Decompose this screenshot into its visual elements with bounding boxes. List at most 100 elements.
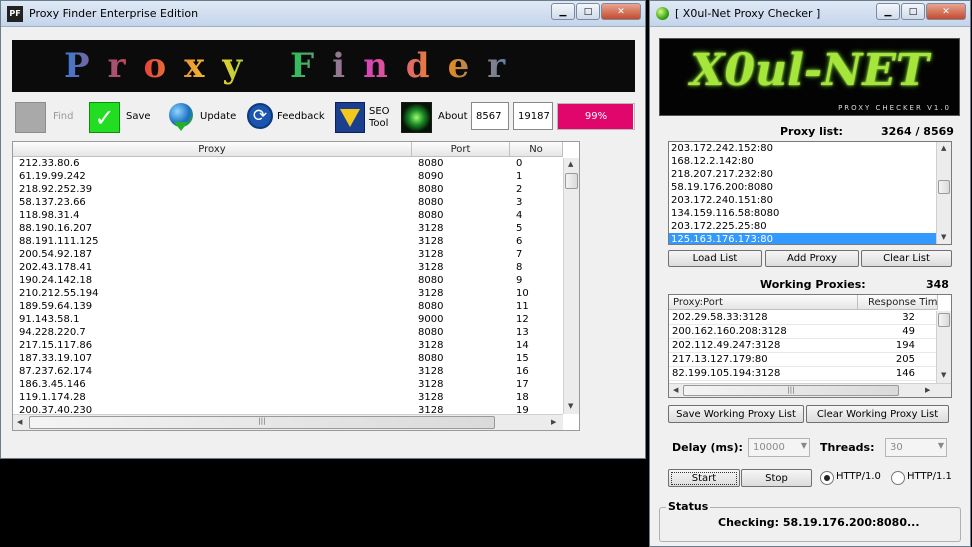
list-item[interactable]: 134.159.116.58:8080 bbox=[669, 207, 937, 220]
proxy-grid-vscroll[interactable]: ▲ ▼ bbox=[563, 158, 579, 414]
list-item[interactable]: 203.172.242.152:80 bbox=[669, 142, 937, 155]
working-col-response-time[interactable]: Response Tim bbox=[858, 295, 938, 310]
close-icon[interactable]: ✕ bbox=[601, 3, 641, 20]
list-item[interactable]: 58.19.176.200:8080 bbox=[669, 181, 937, 194]
list-scroll-down-icon[interactable]: ▼ bbox=[941, 233, 946, 241]
proxy-grid[interactable]: Proxy Port No 212.33.80.6 8080 0 61.19.99.2… bbox=[12, 141, 580, 431]
update-button[interactable]: Update bbox=[167, 102, 243, 134]
counter-b-field[interactable]: 19187 bbox=[513, 102, 553, 130]
list-item[interactable]: 203.172.240.151:80 bbox=[669, 194, 937, 207]
list-vscroll-thumb[interactable] bbox=[938, 180, 950, 194]
list-item[interactable]: 203.172.225.25:80 bbox=[669, 220, 937, 233]
list-scroll-up-icon[interactable]: ▲ bbox=[941, 144, 946, 152]
table-row[interactable]: 186.3.45.146 3128 17 bbox=[13, 379, 563, 392]
table-row[interactable]: 200.54.92.187 3128 7 bbox=[13, 249, 563, 262]
proxy-listbox-vscroll[interactable]: ▲ ▼ bbox=[936, 142, 951, 244]
proxy-checker-titlebar[interactable]: [ X0ul-Net Proxy Checker ] ▁ □ ✕ bbox=[650, 1, 970, 27]
table-row[interactable]: 187.33.19.107 8080 15 bbox=[13, 353, 563, 366]
table-row[interactable]: 94.228.220.7 8080 13 bbox=[13, 327, 563, 340]
working-hscroll-thumb[interactable]: ||| bbox=[683, 385, 899, 396]
table-row[interactable]: 218.92.252.39 8080 2 bbox=[13, 184, 563, 197]
no-cell: 15 bbox=[516, 353, 529, 364]
working-col-proxy-port[interactable]: Proxy:Port bbox=[669, 295, 858, 310]
http10-radio[interactable] bbox=[820, 471, 834, 485]
table-row[interactable]: 200.162.160.208:3128 49 bbox=[669, 325, 937, 339]
table-row[interactable]: 88.190.16.207 3128 5 bbox=[13, 223, 563, 236]
http11-radio[interactable] bbox=[891, 471, 905, 485]
table-row[interactable]: 210.212.55.194 3128 10 bbox=[13, 288, 563, 301]
clear-list-button[interactable]: Clear List bbox=[861, 250, 952, 267]
add-proxy-button[interactable]: Add Proxy bbox=[765, 250, 859, 267]
feedback-button[interactable]: ⟳ Feedback bbox=[246, 102, 332, 134]
col-header-no[interactable]: No bbox=[510, 142, 563, 157]
table-row[interactable]: 217.13.127.179:80 205 bbox=[669, 353, 937, 367]
seo-tool-button[interactable]: SEO Tool bbox=[335, 102, 397, 134]
table-row[interactable]: 189.59.64.139 8080 11 bbox=[13, 301, 563, 314]
table-row[interactable]: 82.199.105.194:3128 146 bbox=[669, 367, 937, 381]
seo-label-line1: SEO bbox=[369, 106, 390, 117]
port-cell: 3128 bbox=[418, 249, 444, 260]
status-label: Status bbox=[666, 500, 711, 513]
delay-select[interactable]: 10000 ▼ bbox=[748, 438, 810, 457]
http10-label[interactable]: HTTP/1.0 bbox=[836, 471, 881, 482]
table-row[interactable]: 61.19.99.242 8090 1 bbox=[13, 171, 563, 184]
working-grid[interactable]: Proxy:Port Response Tim 202.29.58.33:312… bbox=[668, 294, 952, 398]
save-working-list-button[interactable]: Save Working Proxy List bbox=[668, 405, 804, 423]
proxy-listbox[interactable]: 203.172.242.152:80 168.12.2.142:80 218.207… bbox=[668, 141, 952, 245]
find-button[interactable]: Find bbox=[15, 102, 87, 134]
proxy-grid-hscroll[interactable]: ◀ ||| ▶ bbox=[13, 414, 563, 430]
table-row[interactable]: 200.37.40.230 3128 19 bbox=[13, 405, 563, 414]
proxy-cell: 190.24.142.18 bbox=[19, 275, 93, 286]
scroll-down-icon[interactable]: ▼ bbox=[568, 402, 573, 410]
find-icon bbox=[15, 102, 46, 133]
http11-label[interactable]: HTTP/1.1 bbox=[907, 471, 952, 482]
checker-maximize-icon[interactable]: □ bbox=[901, 3, 925, 20]
col-header-proxy[interactable]: Proxy bbox=[13, 142, 412, 157]
table-row[interactable]: 118.98.31.4 8080 4 bbox=[13, 210, 563, 223]
seo-label-line2: Tool bbox=[369, 118, 389, 129]
checker-minimize-icon[interactable]: ▁ bbox=[876, 3, 900, 20]
table-row[interactable]: 202.43.178.41 3128 8 bbox=[13, 262, 563, 275]
table-row[interactable]: 91.143.58.1 9000 12 bbox=[13, 314, 563, 327]
threads-select[interactable]: 30 ▼ bbox=[885, 438, 947, 457]
stop-button[interactable]: Stop bbox=[741, 469, 812, 487]
vscroll-thumb[interactable] bbox=[565, 173, 578, 189]
col-header-port[interactable]: Port bbox=[412, 142, 510, 157]
scroll-up-icon[interactable]: ▲ bbox=[568, 160, 573, 168]
proxy-finder-titlebar[interactable]: PF Proxy Finder Enterprise Edition ▁ □ ✕ bbox=[1, 1, 645, 27]
table-row[interactable]: 87.237.62.174 3128 16 bbox=[13, 366, 563, 379]
proxy-cell: 87.237.62.174 bbox=[19, 366, 93, 377]
proxy-finder-client: Proxy Finder Find ✓ Save Update ⟳ Feedba… bbox=[7, 31, 639, 453]
working-scroll-left-icon[interactable]: ◀ bbox=[673, 386, 678, 394]
table-row[interactable]: 212.33.80.6 8080 0 bbox=[13, 158, 563, 171]
hscroll-thumb[interactable]: ||| bbox=[29, 416, 495, 429]
checker-close-icon[interactable]: ✕ bbox=[926, 3, 966, 20]
table-row[interactable]: 217.15.117.86 3128 14 bbox=[13, 340, 563, 353]
proxy-cell: 189.59.64.139 bbox=[19, 301, 93, 312]
scroll-right-icon[interactable]: ▶ bbox=[551, 418, 556, 426]
start-button[interactable]: Start bbox=[668, 469, 740, 487]
list-item[interactable]: 168.12.2.142:80 bbox=[669, 155, 937, 168]
save-button[interactable]: ✓ Save bbox=[89, 102, 161, 134]
list-item[interactable]: 218.207.217.232:80 bbox=[669, 168, 937, 181]
working-scroll-down-icon[interactable]: ▼ bbox=[941, 371, 946, 379]
counter-a-field[interactable]: 8567 bbox=[471, 102, 509, 130]
table-row[interactable]: 119.1.174.28 3128 18 bbox=[13, 392, 563, 405]
clear-working-list-button[interactable]: Clear Working Proxy List bbox=[806, 405, 949, 423]
minimize-icon[interactable]: ▁ bbox=[551, 3, 575, 20]
table-row[interactable]: 190.24.142.18 8080 9 bbox=[13, 275, 563, 288]
working-scroll-right-icon[interactable]: ▶ bbox=[925, 386, 930, 394]
scroll-left-icon[interactable]: ◀ bbox=[17, 418, 22, 426]
table-row[interactable]: 202.29.58.33:3128 32 bbox=[669, 311, 937, 325]
list-item[interactable]: 125.163.176.173:80 bbox=[669, 233, 937, 244]
port-cell: 3128 bbox=[418, 236, 444, 247]
about-button[interactable]: About bbox=[401, 102, 469, 134]
working-vscroll-thumb[interactable] bbox=[938, 313, 950, 327]
table-row[interactable]: 202.112.49.247:3128 194 bbox=[669, 339, 937, 353]
working-hscroll[interactable]: ◀ ||| ▶ bbox=[669, 383, 951, 397]
working-vscroll[interactable]: ▼ bbox=[936, 311, 951, 383]
table-row[interactable]: 88.191.111.125 3128 6 bbox=[13, 236, 563, 249]
table-row[interactable]: 58.137.23.66 8080 3 bbox=[13, 197, 563, 210]
load-list-button[interactable]: Load List bbox=[668, 250, 762, 267]
maximize-icon[interactable]: □ bbox=[576, 3, 600, 20]
